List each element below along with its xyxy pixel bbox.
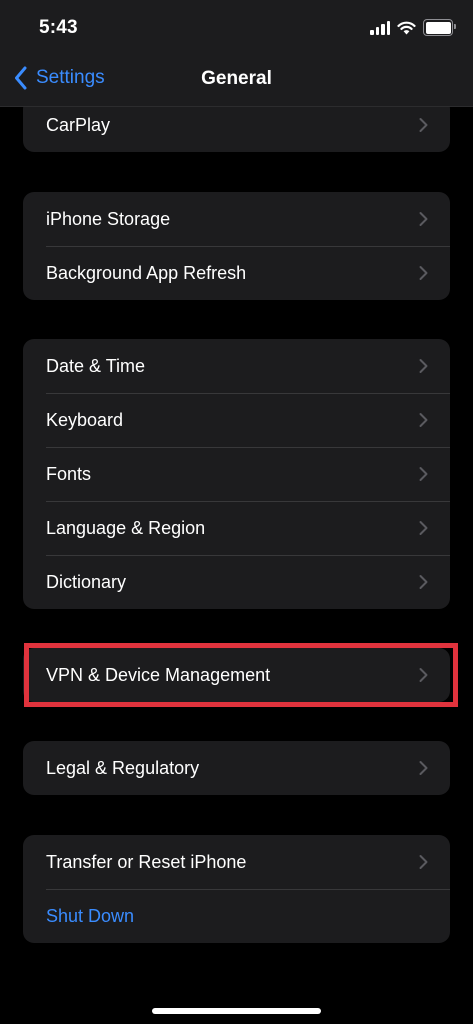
settings-group-storage: iPhone Storage Background App Refresh [23, 192, 450, 300]
chevron-right-icon [419, 575, 428, 589]
row-label: VPN & Device Management [46, 664, 271, 685]
settings-group-legal: Legal & Regulatory [23, 741, 450, 795]
row-label: Legal & Regulatory [46, 757, 200, 778]
shut-down-button[interactable]: Shut Down [23, 889, 450, 943]
legal-regulatory-row[interactable]: Legal & Regulatory [23, 741, 450, 795]
keyboard-row[interactable]: Keyboard [23, 393, 450, 447]
date-time-row[interactable]: Date & Time [23, 339, 450, 393]
status-icons [370, 19, 456, 36]
chevron-right-icon [419, 855, 428, 869]
row-label: Date & Time [46, 355, 146, 376]
settings-group-reset: Transfer or Reset iPhone Shut Down [23, 835, 450, 943]
chevron-right-icon [419, 413, 428, 427]
dictionary-row[interactable]: Dictionary [23, 555, 450, 609]
vpn-device-management-row[interactable]: VPN & Device Management [23, 648, 450, 702]
chevron-right-icon [419, 359, 428, 373]
chevron-right-icon [419, 467, 428, 481]
row-label: CarPlay [46, 114, 111, 135]
transfer-reset-row[interactable]: Transfer or Reset iPhone [23, 835, 450, 889]
chevron-right-icon [419, 668, 428, 682]
language-region-row[interactable]: Language & Region [23, 501, 450, 555]
settings-group-vpn: VPN & Device Management [23, 648, 450, 702]
chevron-right-icon [419, 266, 428, 280]
page-title: General [201, 68, 272, 89]
row-label: Transfer or Reset iPhone [46, 851, 247, 872]
row-label: Shut Down [46, 905, 135, 926]
chevron-right-icon [419, 212, 428, 226]
background-app-refresh-row[interactable]: Background App Refresh [23, 246, 450, 300]
battery-icon [423, 19, 456, 36]
status-time: 5:43 [39, 17, 78, 38]
row-label: Fonts [46, 463, 92, 484]
chevron-right-icon [419, 118, 428, 132]
iphone-storage-row[interactable]: iPhone Storage [23, 192, 450, 246]
fonts-row[interactable]: Fonts [23, 447, 450, 501]
chevron-right-icon [419, 521, 428, 535]
row-label: Background App Refresh [46, 262, 247, 283]
row-label: Dictionary [46, 571, 127, 592]
cellular-signal-icon [370, 20, 390, 35]
row-label: iPhone Storage [46, 208, 171, 229]
settings-group-locale: Date & Time Keyboard Fonts Language & Re… [23, 339, 450, 609]
navigation-header: 5:43 Settings General [0, 0, 473, 107]
home-indicator[interactable] [152, 1008, 321, 1014]
row-label: Language & Region [46, 517, 206, 538]
wifi-icon [397, 21, 416, 34]
chevron-right-icon [419, 761, 428, 775]
row-label: Keyboard [46, 409, 124, 430]
